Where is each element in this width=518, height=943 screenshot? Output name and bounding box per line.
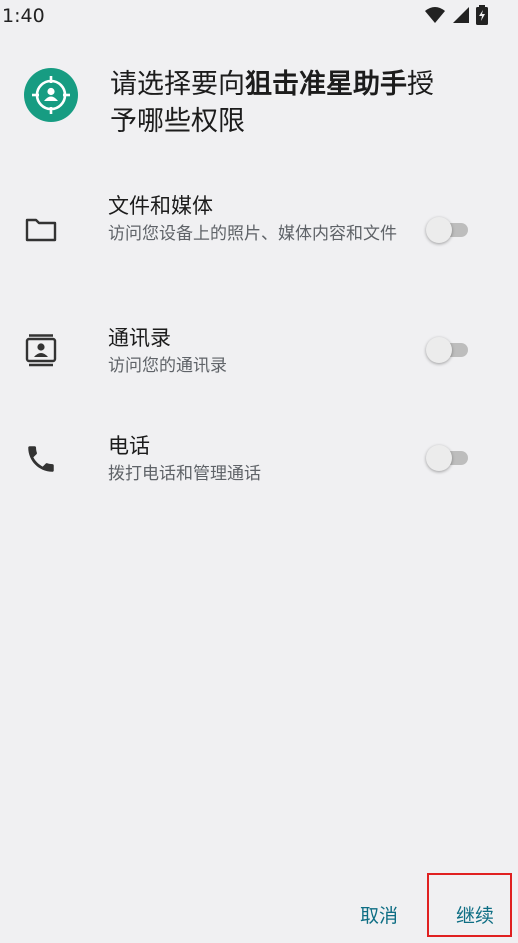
contacts-icon <box>24 334 58 372</box>
signal-icon <box>452 6 470 28</box>
permission-title: 电话 <box>108 434 150 458</box>
contacts-toggle[interactable] <box>424 337 470 363</box>
cancel-button[interactable]: 取消 <box>360 901 398 928</box>
title-suffix: 授 <box>407 69 434 100</box>
status-time: 1:40 <box>2 5 45 27</box>
permission-item-contacts[interactable]: 通讯录 访问您的通讯录 <box>0 322 518 382</box>
permission-title: 通讯录 <box>108 326 171 350</box>
status-bar: 1:40 <box>0 0 518 32</box>
title-prefix: 请选择要向 <box>110 69 245 100</box>
permission-subtitle: 访问您的通讯录 <box>108 356 227 376</box>
app-icon <box>24 68 78 122</box>
phone-toggle[interactable] <box>424 445 470 471</box>
files-media-toggle[interactable] <box>424 217 470 243</box>
title-suffix-line2: 予哪些权限 <box>110 106 245 137</box>
folder-icon <box>24 216 58 248</box>
status-icons <box>424 5 488 29</box>
permission-item-phone[interactable]: 电话 拨打电话和管理通话 <box>0 430 518 490</box>
toggle-thumb <box>426 217 452 243</box>
dialog-title: 请选择要向狙击准星助手授予哪些权限 <box>110 66 490 140</box>
phone-icon <box>24 442 58 480</box>
app-name: 狙击准星助手 <box>245 69 407 100</box>
crosshair-person-icon <box>32 76 70 114</box>
toggle-thumb <box>426 445 452 471</box>
battery-charging-icon <box>476 5 488 29</box>
permission-title: 文件和媒体 <box>108 194 213 218</box>
permission-subtitle: 拨打电话和管理通话 <box>108 464 261 484</box>
permission-subtitle: 访问您设备上的照片、媒体内容和文件 <box>108 224 397 244</box>
wifi-icon <box>424 6 446 28</box>
permission-item-files-media[interactable]: 文件和媒体 访问您设备上的照片、媒体内容和文件 <box>0 190 518 270</box>
toggle-thumb <box>426 337 452 363</box>
highlight-box <box>427 873 512 937</box>
